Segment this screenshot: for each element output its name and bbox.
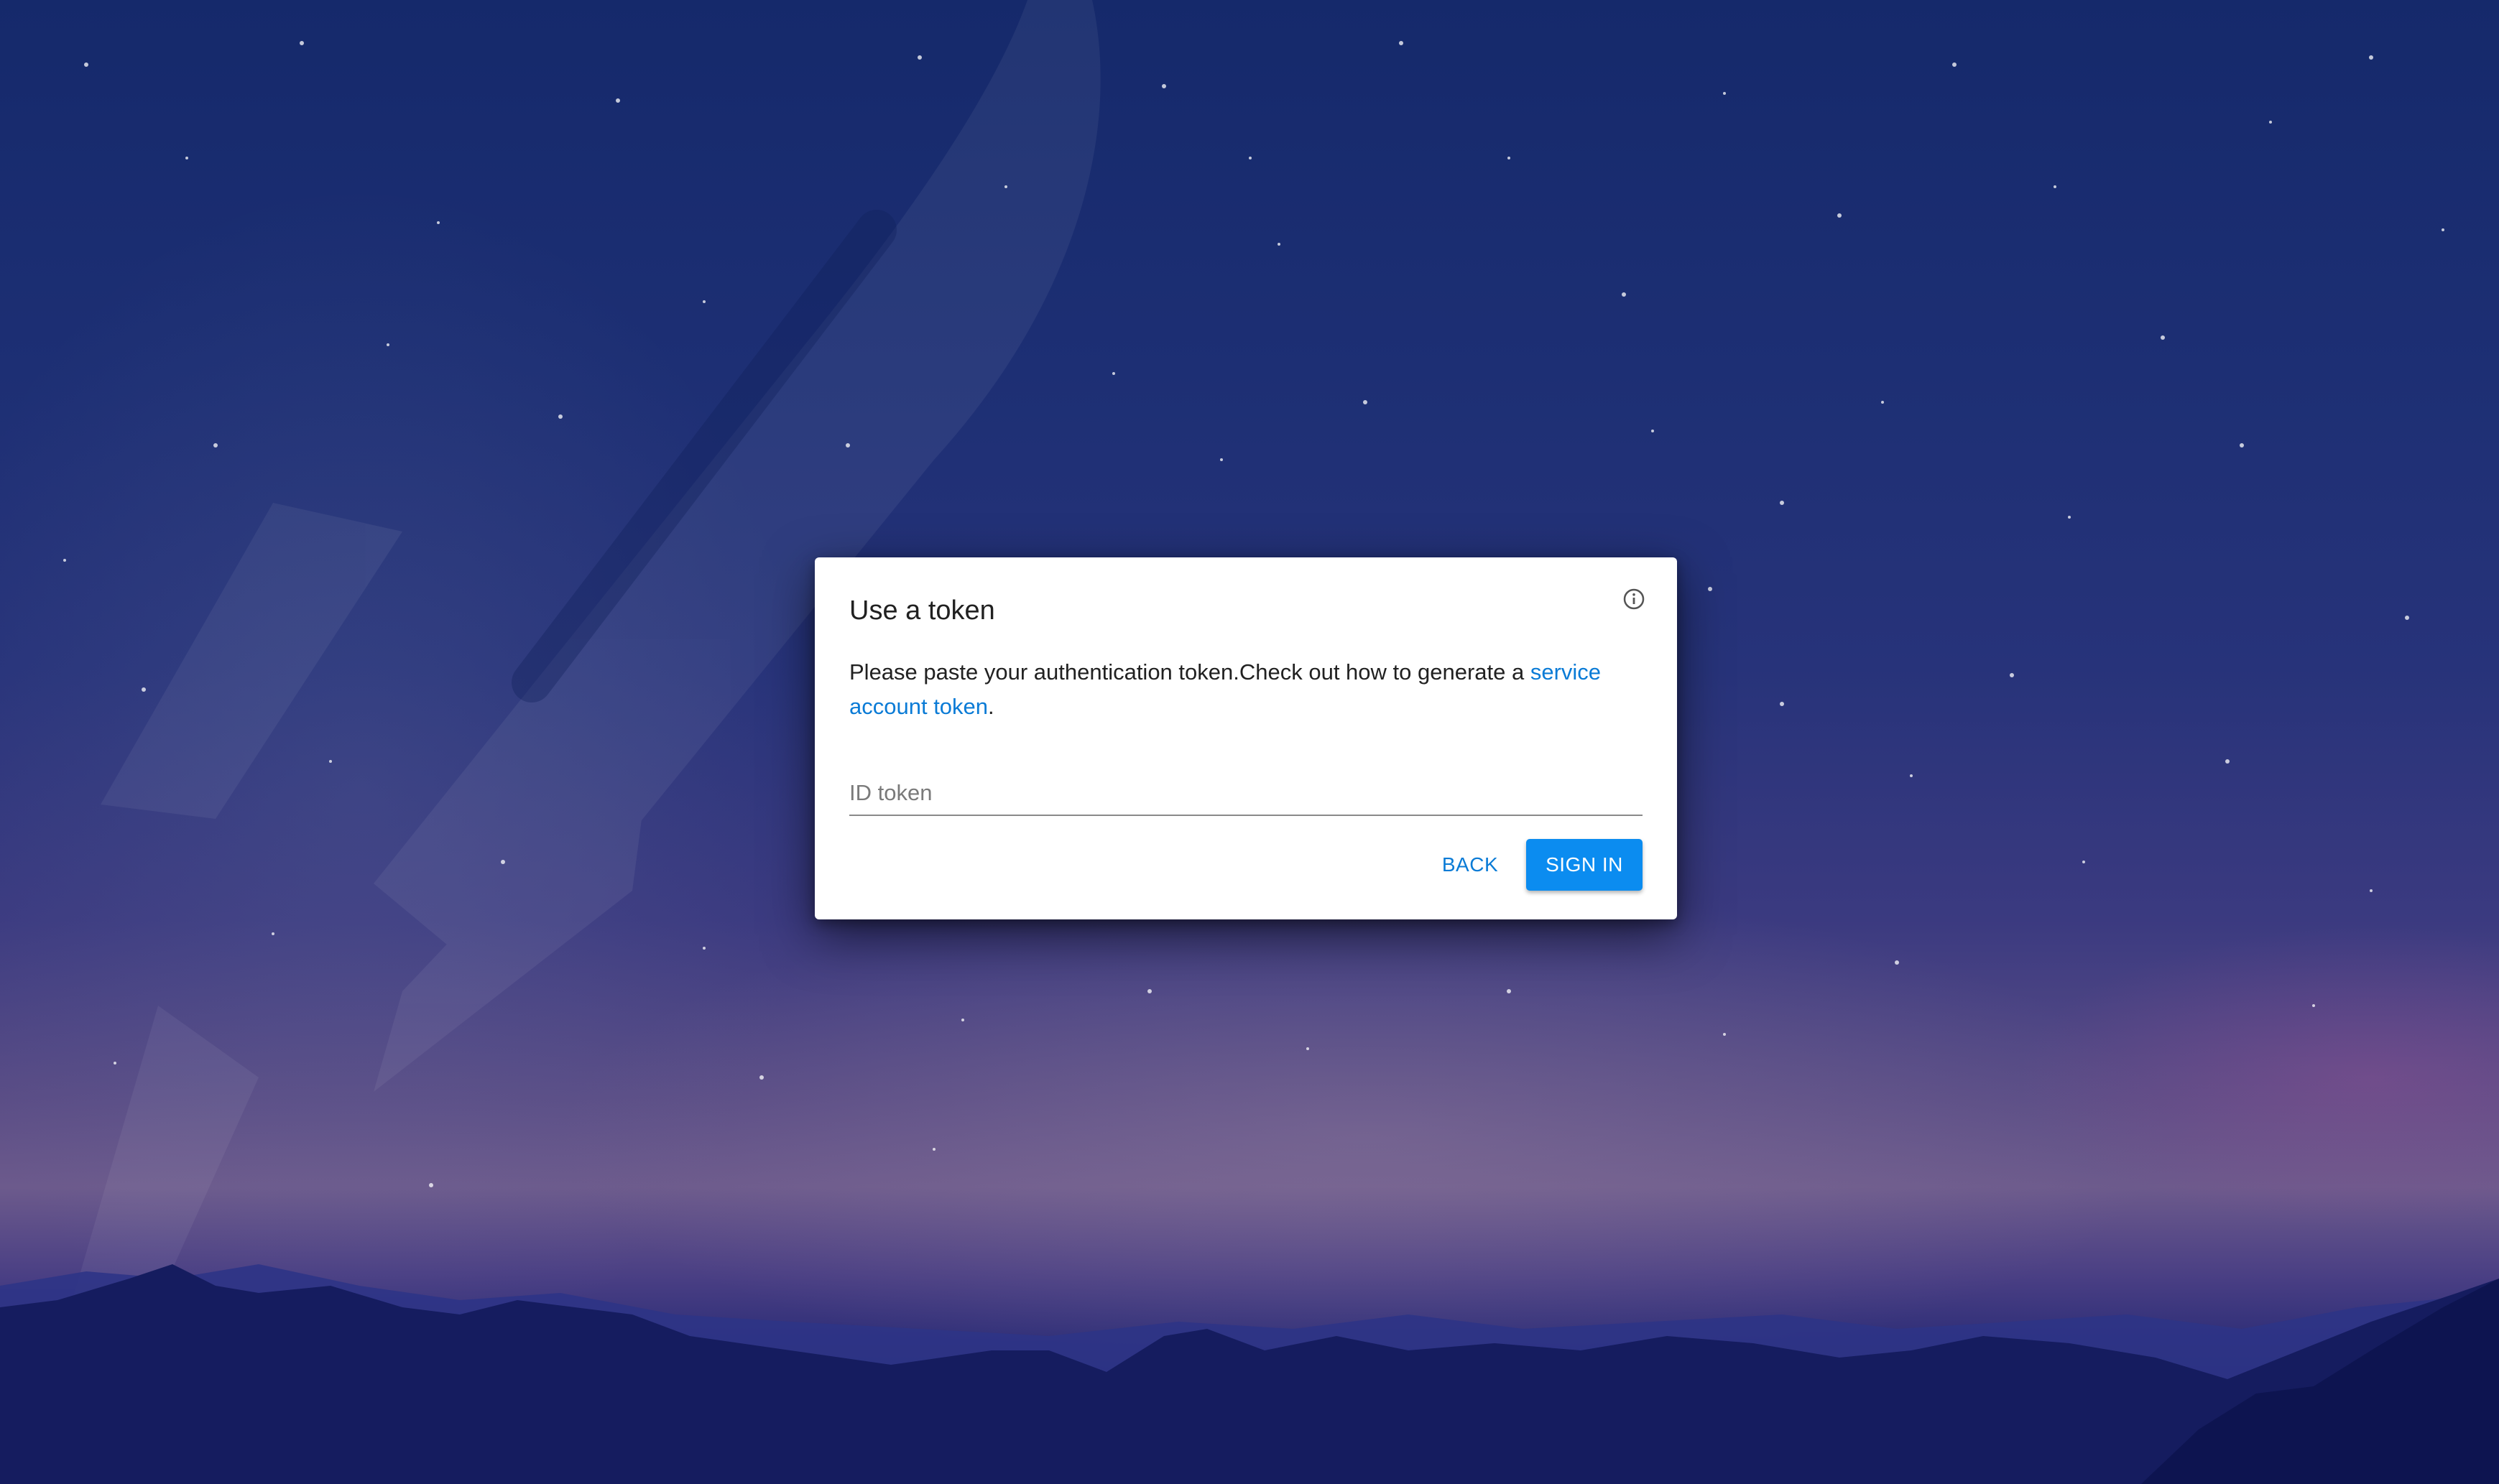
token-login-dialog: Use a token Please paste your authentica… [815,557,1677,919]
back-button[interactable]: BACK [1427,839,1513,891]
id-token-field [849,773,1643,816]
description-suffix: . [988,694,994,719]
dialog-description: Please paste your authentication token.C… [849,655,1647,724]
id-token-input[interactable] [849,773,1643,813]
sign-in-button[interactable]: SIGN IN [1526,839,1643,891]
dialog-title: Use a token [849,595,995,626]
info-icon[interactable] [1621,586,1647,612]
description-text: Please paste your authentication token.C… [849,659,1530,685]
info-icon-graphic [1623,588,1645,610]
